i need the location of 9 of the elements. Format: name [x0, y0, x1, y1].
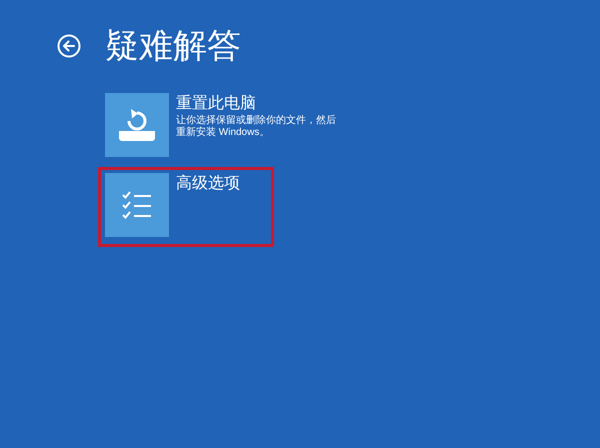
option-title: 高级选项 — [176, 174, 241, 194]
option-description: 让你选择保留或删除你的文件，然后重新安装 Windows。 — [176, 115, 337, 139]
option-title: 重置此电脑 — [176, 94, 257, 114]
option-item[interactable]: 高级选项 — [98, 167, 274, 247]
back-icon[interactable] — [57, 34, 81, 58]
option-item[interactable]: 重置此电脑 让你选择保留或删除你的文件，然后重新安装 Windows。 — [98, 87, 346, 167]
checklist-icon — [122, 191, 152, 219]
page-title: 疑难解答 — [105, 26, 241, 66]
reset-drive-icon — [119, 109, 155, 141]
